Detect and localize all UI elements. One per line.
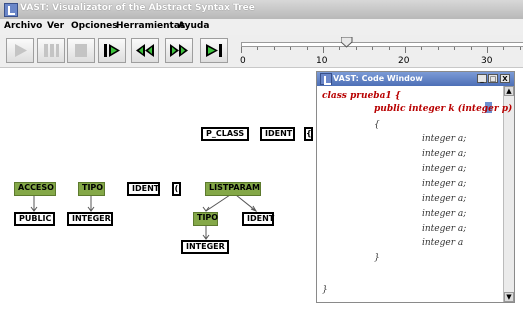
timeline-tick (372, 47, 374, 50)
tree-node-ident[interactable]: IDENT (260, 127, 295, 141)
close-button[interactable]: X (500, 74, 510, 83)
tree-node-public[interactable]: PUBLIC (14, 212, 55, 226)
tree-node-paren[interactable]: ( (172, 182, 181, 196)
timeline-label-10: 10 (316, 56, 328, 66)
timeline-tick (355, 47, 357, 50)
timeline-tick (421, 47, 423, 50)
timeline-label-30: 30 (481, 56, 493, 66)
timeline-slider-thumb[interactable] (341, 37, 353, 48)
tree-node-tipo[interactable]: TIPO (78, 182, 105, 196)
tree-edges (30, 194, 258, 240)
code-window-title-bar[interactable]: VAST: Code Window _ □ X (317, 72, 514, 86)
code-line-4: integer a; (422, 134, 467, 144)
code-line-6: integer a; (422, 164, 467, 174)
code-window-scrollbar[interactable]: ▲ ▼ (503, 86, 514, 302)
code-line-7: integer a; (422, 179, 467, 189)
tree-node-ident-3[interactable]: IDENT (242, 212, 274, 226)
code-line-1: class prueba1 { (322, 91, 401, 101)
timeline-tick (437, 47, 439, 50)
scroll-up-arrow-icon[interactable]: ▲ (504, 86, 514, 96)
timeline-tick (405, 47, 406, 53)
code-window-title: VAST: Code Window (333, 74, 423, 83)
code-line-12: } (374, 253, 380, 263)
timeline-tick (323, 47, 324, 53)
maximize-button[interactable]: □ (488, 74, 498, 83)
code-line-5: integer a; (422, 149, 467, 159)
timeline-tick (487, 47, 488, 53)
code-line-8: integer a; (422, 194, 467, 204)
scroll-down-arrow-icon[interactable]: ▼ (504, 292, 514, 302)
code-line-2: public integer k (integer p) (374, 104, 513, 114)
tree-node-ident-2[interactable]: IDENT (127, 182, 160, 196)
code-window-icon (320, 73, 332, 85)
tree-node-integer-2[interactable]: INTEGER (181, 240, 229, 254)
tree-node-brace[interactable]: { (304, 127, 313, 141)
minimize-button[interactable]: _ (477, 74, 487, 83)
timeline-tick (503, 47, 505, 50)
code-line-10: integer a; (422, 224, 467, 234)
code-line-9: integer a; (422, 209, 467, 219)
code-line-3: { (374, 120, 380, 130)
code-line-11: integer a (422, 238, 464, 248)
timeline-tick (388, 47, 390, 50)
tree-node-tipo-2[interactable]: TIPO (193, 212, 218, 226)
timeline-label-20: 20 (398, 56, 410, 66)
timeline-tick (519, 47, 521, 50)
tree-node-integer[interactable]: INTEGER (67, 212, 113, 226)
tree-node-listparam[interactable]: LISTPARAM (205, 182, 261, 196)
timeline-tick (454, 47, 456, 50)
timeline-tick (470, 47, 472, 50)
tree-node-p-class[interactable]: P_CLASS (201, 127, 249, 141)
code-line-13: } (322, 285, 328, 295)
tree-node-acceso[interactable]: ACCESO (14, 182, 56, 196)
